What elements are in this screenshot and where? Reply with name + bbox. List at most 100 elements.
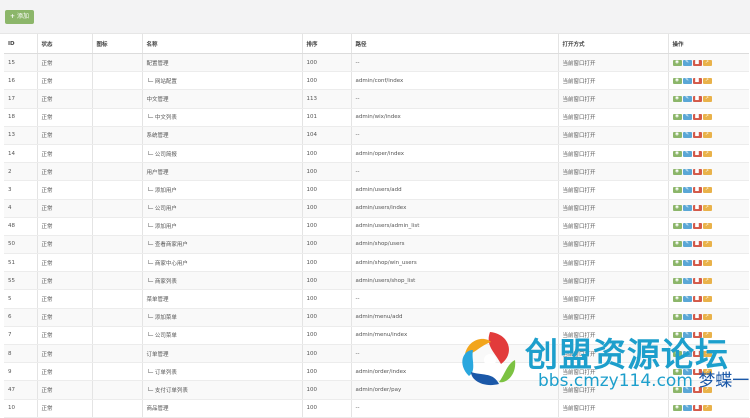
more-button[interactable]: ↗ <box>702 386 712 393</box>
delete-button[interactable]: ▆ <box>692 350 702 357</box>
more-button[interactable]: ↗ <box>702 132 712 139</box>
view-button[interactable]: ◉ <box>672 205 682 212</box>
delete-button[interactable]: ▆ <box>692 114 702 121</box>
view-button[interactable]: ◉ <box>672 314 682 321</box>
edit-button[interactable]: ✎ <box>682 277 692 284</box>
edit-button[interactable]: ✎ <box>682 114 692 121</box>
view-button[interactable]: ◉ <box>672 296 682 303</box>
more-button[interactable]: ↗ <box>702 350 712 357</box>
edit-button[interactable]: ✎ <box>682 241 692 248</box>
edit-button[interactable]: ✎ <box>682 77 692 84</box>
edit-button[interactable]: ✎ <box>682 168 692 175</box>
more-button[interactable]: ↗ <box>702 114 712 121</box>
cell-open-mode: 当前窗口打开 <box>557 180 668 200</box>
delete-button[interactable]: ▆ <box>692 314 702 321</box>
cell-status: 正常 <box>36 144 92 164</box>
edit-button[interactable]: ✎ <box>682 350 692 357</box>
edit-button[interactable]: ✎ <box>682 259 692 266</box>
more-button[interactable]: ↗ <box>702 205 712 212</box>
delete-button[interactable]: ▆ <box>692 59 702 66</box>
view-button[interactable]: ◉ <box>672 332 682 339</box>
more-button[interactable]: ↗ <box>702 277 712 284</box>
delete-button[interactable]: ▆ <box>692 386 702 393</box>
add-button[interactable]: + 添加 <box>5 10 35 24</box>
more-button[interactable]: ↗ <box>702 77 712 84</box>
more-button[interactable]: ↗ <box>702 368 712 375</box>
more-button[interactable]: ↗ <box>702 168 712 175</box>
delete-button[interactable]: ▆ <box>692 77 702 84</box>
eye-icon: ◉ <box>675 186 679 192</box>
cell-path: -- <box>350 53 558 73</box>
edit-button[interactable]: ✎ <box>682 132 692 139</box>
more-button[interactable]: ↗ <box>702 259 712 266</box>
cell-path: admin/users/shop_list <box>350 271 558 291</box>
more-button[interactable]: ↗ <box>702 405 712 412</box>
more-button[interactable]: ↗ <box>702 332 712 339</box>
edit-button[interactable]: ✎ <box>682 296 692 303</box>
edit-button[interactable]: ✎ <box>682 386 692 393</box>
edit-button[interactable]: ✎ <box>682 59 692 66</box>
delete-button[interactable]: ▆ <box>692 405 702 412</box>
cell-name: └─ 公司简报 <box>141 144 302 164</box>
view-button[interactable]: ◉ <box>672 277 682 284</box>
view-button[interactable]: ◉ <box>672 405 682 412</box>
cell-status: 正常 <box>36 180 92 200</box>
share-icon: ↗ <box>705 332 709 338</box>
delete-button[interactable]: ▆ <box>692 259 702 266</box>
more-button[interactable]: ↗ <box>702 150 712 157</box>
delete-button[interactable]: ▆ <box>692 241 702 248</box>
view-button[interactable]: ◉ <box>672 386 682 393</box>
delete-button[interactable]: ▆ <box>692 150 702 157</box>
more-button[interactable]: ↗ <box>702 241 712 248</box>
more-button[interactable]: ↗ <box>702 314 712 321</box>
more-button[interactable]: ↗ <box>702 95 712 102</box>
cell-actions: ◉ ✎ ▆ ↗ <box>667 326 749 346</box>
edit-button[interactable]: ✎ <box>682 150 692 157</box>
header-sort: 排序 <box>301 34 351 54</box>
edit-button[interactable]: ✎ <box>682 95 692 102</box>
delete-button[interactable]: ▆ <box>692 332 702 339</box>
edit-button[interactable]: ✎ <box>682 405 692 412</box>
delete-button[interactable]: ▆ <box>692 132 702 139</box>
cell-open-mode: 当前窗口打开 <box>557 89 668 109</box>
more-button[interactable]: ↗ <box>702 186 712 193</box>
view-button[interactable]: ◉ <box>672 350 682 357</box>
cell-icon <box>91 199 142 218</box>
edit-button[interactable]: ✎ <box>682 332 692 339</box>
view-button[interactable]: ◉ <box>672 95 682 102</box>
view-button[interactable]: ◉ <box>672 132 682 139</box>
cell-path: admin/menu/add <box>350 308 558 327</box>
more-button[interactable]: ↗ <box>702 59 712 66</box>
more-button[interactable]: ↗ <box>702 296 712 303</box>
delete-button[interactable]: ▆ <box>692 277 702 284</box>
cell-actions: ◉ ✎ ▆ ↗ <box>667 271 749 291</box>
view-button[interactable]: ◉ <box>672 223 682 230</box>
edit-button[interactable]: ✎ <box>682 186 692 193</box>
delete-button[interactable]: ▆ <box>692 223 702 230</box>
delete-button[interactable]: ▆ <box>692 168 702 175</box>
delete-button[interactable]: ▆ <box>692 186 702 193</box>
view-button[interactable]: ◉ <box>672 259 682 266</box>
view-button[interactable]: ◉ <box>672 241 682 248</box>
view-button[interactable]: ◉ <box>672 168 682 175</box>
cell-open-mode: 当前窗口打开 <box>557 399 668 418</box>
eye-icon: ◉ <box>675 114 679 120</box>
edit-button[interactable]: ✎ <box>682 205 692 212</box>
delete-button[interactable]: ▆ <box>692 368 702 375</box>
share-icon: ↗ <box>705 114 709 120</box>
delete-button[interactable]: ▆ <box>692 296 702 303</box>
more-button[interactable]: ↗ <box>702 223 712 230</box>
view-button[interactable]: ◉ <box>672 114 682 121</box>
delete-button[interactable]: ▆ <box>692 95 702 102</box>
cell-actions: ◉ ✎ ▆ ↗ <box>667 162 749 182</box>
view-button[interactable]: ◉ <box>672 150 682 157</box>
edit-button[interactable]: ✎ <box>682 368 692 375</box>
view-button[interactable]: ◉ <box>672 59 682 66</box>
view-button[interactable]: ◉ <box>672 186 682 193</box>
edit-button[interactable]: ✎ <box>682 223 692 230</box>
delete-button[interactable]: ▆ <box>692 205 702 212</box>
view-button[interactable]: ◉ <box>672 77 682 84</box>
cell-actions: ◉ ✎ ▆ ↗ <box>667 108 749 127</box>
edit-button[interactable]: ✎ <box>682 314 692 321</box>
view-button[interactable]: ◉ <box>672 368 682 375</box>
